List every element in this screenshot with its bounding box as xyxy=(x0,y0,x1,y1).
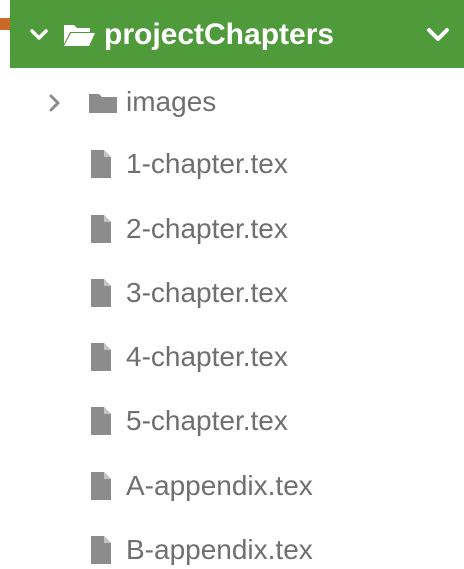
tree-item-label: 4-chapter.tex xyxy=(126,341,288,372)
file-icon xyxy=(91,407,111,435)
file-icon xyxy=(91,215,111,243)
folder-open-icon xyxy=(64,25,95,46)
tree-item-images[interactable]: images xyxy=(0,76,464,132)
tree-item-label: 2-chapter.tex xyxy=(126,213,288,244)
file-icon xyxy=(91,343,111,371)
tree-item-file[interactable]: 3-chapter.tex xyxy=(0,265,464,321)
tree-item-label: 1-chapter.tex xyxy=(126,148,288,179)
file-icon xyxy=(91,536,111,564)
file-tree: projectChapters images 1-chapter.tex 2-c… xyxy=(0,0,464,569)
tree-item-label: images xyxy=(126,86,217,117)
file-icon xyxy=(91,150,111,178)
tree-item-file[interactable]: 5-chapter.tex xyxy=(0,393,464,449)
folder-icon xyxy=(89,94,117,113)
tree-item-label: 3-chapter.tex xyxy=(126,277,288,308)
edge-marker xyxy=(0,18,10,30)
tree-item-label: A-appendix.tex xyxy=(126,470,313,501)
file-icon xyxy=(91,472,111,500)
root-folder-header[interactable]: projectChapters xyxy=(10,0,464,68)
tree-item-file[interactable]: 1-chapter.tex xyxy=(0,136,464,192)
root-folder-name: projectChapters xyxy=(104,18,335,51)
file-icon xyxy=(91,279,111,307)
tree-item-label: 5-chapter.tex xyxy=(126,405,288,436)
tree-item-file[interactable]: 2-chapter.tex xyxy=(0,201,464,257)
tree-item-label: B-appendix.tex xyxy=(126,534,313,565)
tree-item-file[interactable]: 4-chapter.tex xyxy=(0,329,464,385)
tree-item-file[interactable]: A-appendix.tex xyxy=(0,458,464,514)
folder-menu-chevron-icon[interactable] xyxy=(424,24,452,46)
tree-item-file[interactable]: B-appendix.tex xyxy=(0,522,464,569)
chevron-right-icon[interactable] xyxy=(48,92,62,114)
chevron-down-icon[interactable] xyxy=(28,24,50,46)
